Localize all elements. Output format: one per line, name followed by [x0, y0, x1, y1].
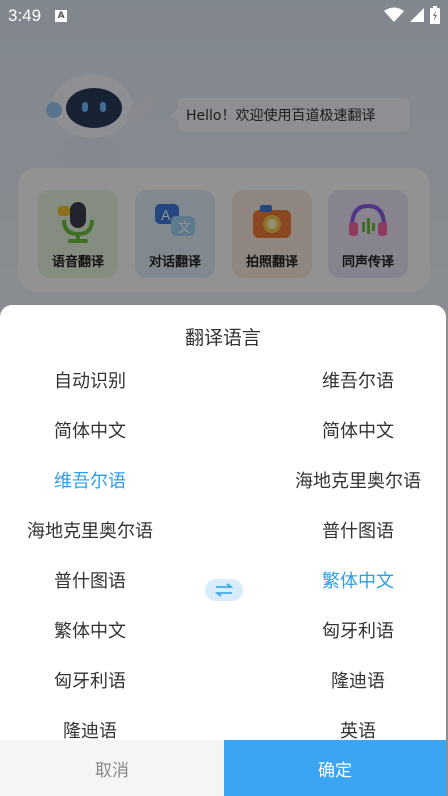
language-option[interactable]: 繁体中文 [268, 555, 446, 605]
language-option[interactable]: 简体中文 [0, 405, 180, 455]
language-option[interactable]: 匈牙利语 [0, 655, 180, 705]
wifi-icon [384, 7, 404, 22]
language-option[interactable]: 繁体中文 [0, 605, 180, 655]
confirm-button[interactable]: 确定 [224, 740, 446, 796]
status-bar: 3:49 A [0, 0, 448, 32]
language-picker: 自动识别 简体中文 维吾尔语 海地克里奥尔语 普什图语 繁体中文 匈牙利语 隆迪语 维吾尔语简… [0, 355, 446, 739]
cancel-button[interactable]: 取消 [0, 740, 224, 796]
notification-icon: A [55, 10, 68, 22]
battery-icon [430, 6, 440, 24]
language-option[interactable]: 自动识别 [0, 355, 180, 405]
language-option[interactable]: 隆迪语 [268, 655, 446, 705]
signal-icon [410, 8, 424, 22]
language-option[interactable]: 维吾尔语 [268, 355, 446, 405]
status-time: 3:49 [8, 6, 42, 25]
language-option[interactable]: 简体中文 [268, 405, 446, 455]
language-option[interactable]: 普什图语 [0, 555, 180, 605]
language-option[interactable]: 匈牙利语 [268, 605, 446, 655]
target-language-column[interactable]: 维吾尔语 简体中文 海地克里奥尔语 普什图语 繁体中文 匈牙利语 隆迪语 英语 [268, 355, 446, 739]
swap-languages-button[interactable] [205, 579, 243, 601]
status-icons [384, 6, 440, 24]
sheet-title: 翻译语言 [184, 327, 261, 349]
source-language-column[interactable]: 自动识别 简体中文 维吾尔语 海地克里奥尔语 普什图语 繁体中文 匈牙利语 隆迪语 [0, 355, 180, 739]
language-picker-sheet: 翻译语言 自动识别 简体中文 维吾尔语 海地克里奥尔语 普什图语 繁体中文 匈牙利语 隆迪语 … [0, 305, 446, 796]
action-buttons: 取消 确定 [0, 740, 446, 796]
language-option[interactable]: 隆迪语 [0, 705, 180, 739]
language-option[interactable]: 海地克里奥尔语 [0, 505, 180, 555]
swap-icon [215, 583, 233, 597]
language-option[interactable]: 维吾尔语 [0, 455, 180, 505]
language-option[interactable]: 海地克里奥尔语 [268, 455, 446, 505]
language-option[interactable]: 普什图语 [268, 505, 446, 555]
language-option[interactable]: 英语 [268, 705, 446, 739]
